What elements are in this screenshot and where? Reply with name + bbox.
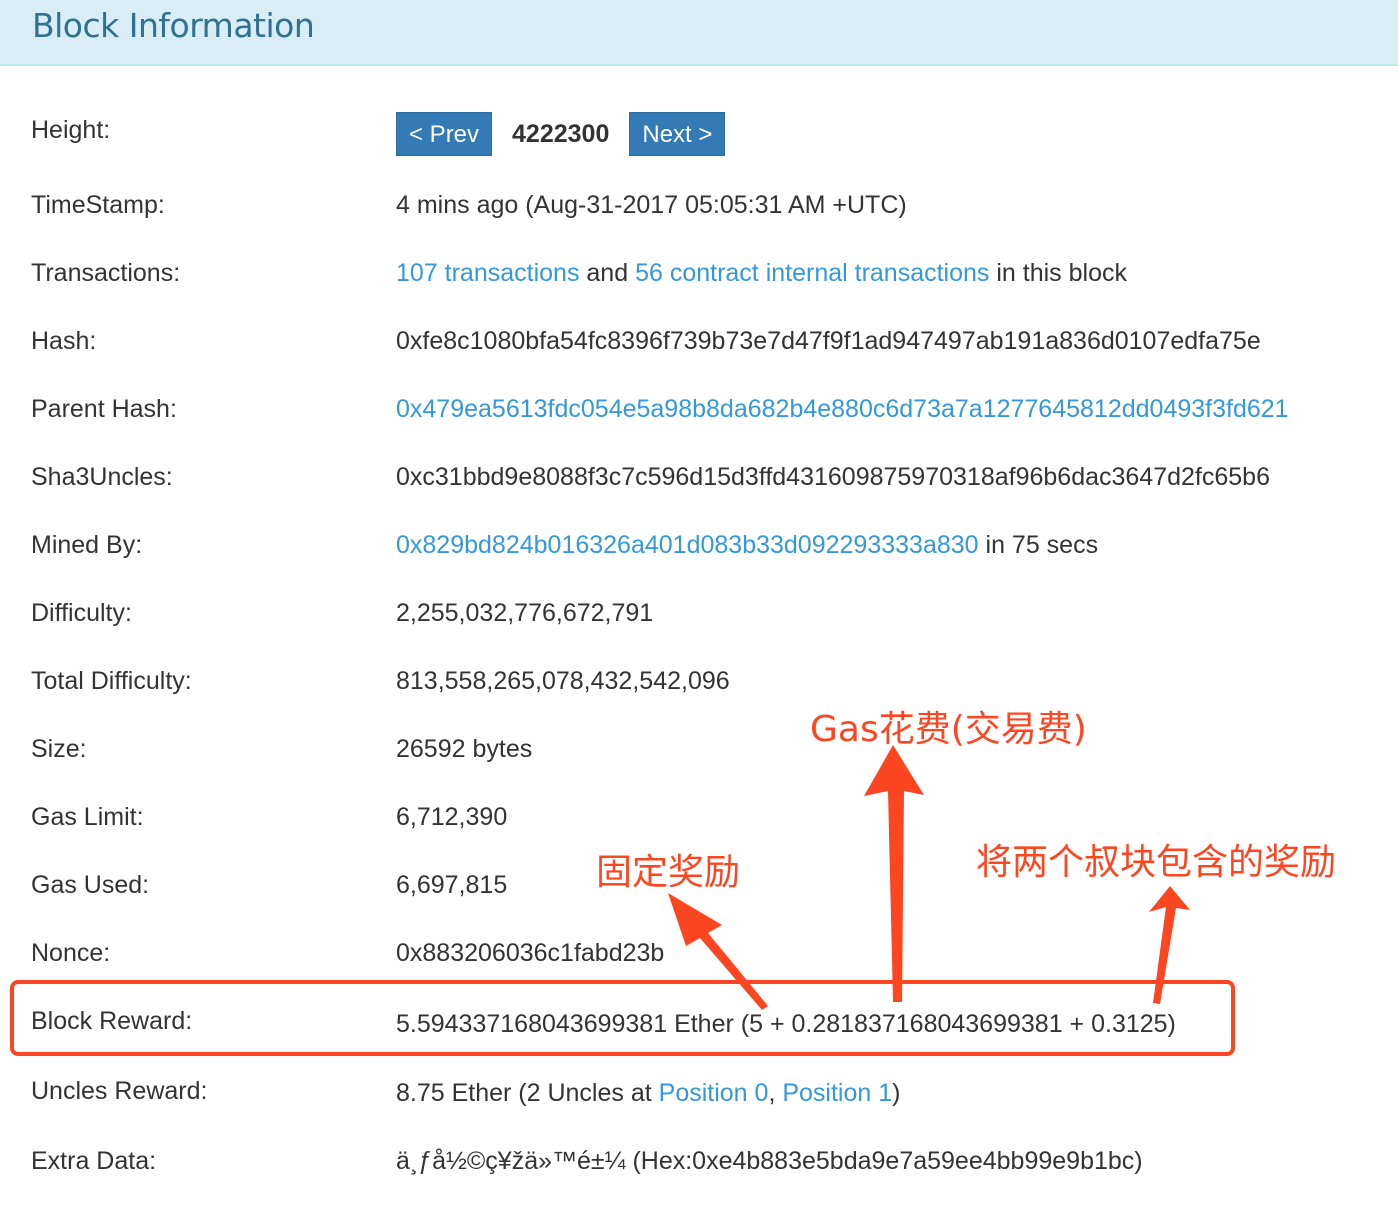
arrow-fixed-reward-icon xyxy=(668,893,768,1010)
arrow-uncle-reward-icon xyxy=(1149,886,1190,1004)
arrow-gas-fee-icon xyxy=(864,745,924,1002)
annotation-arrows xyxy=(668,745,1190,1010)
